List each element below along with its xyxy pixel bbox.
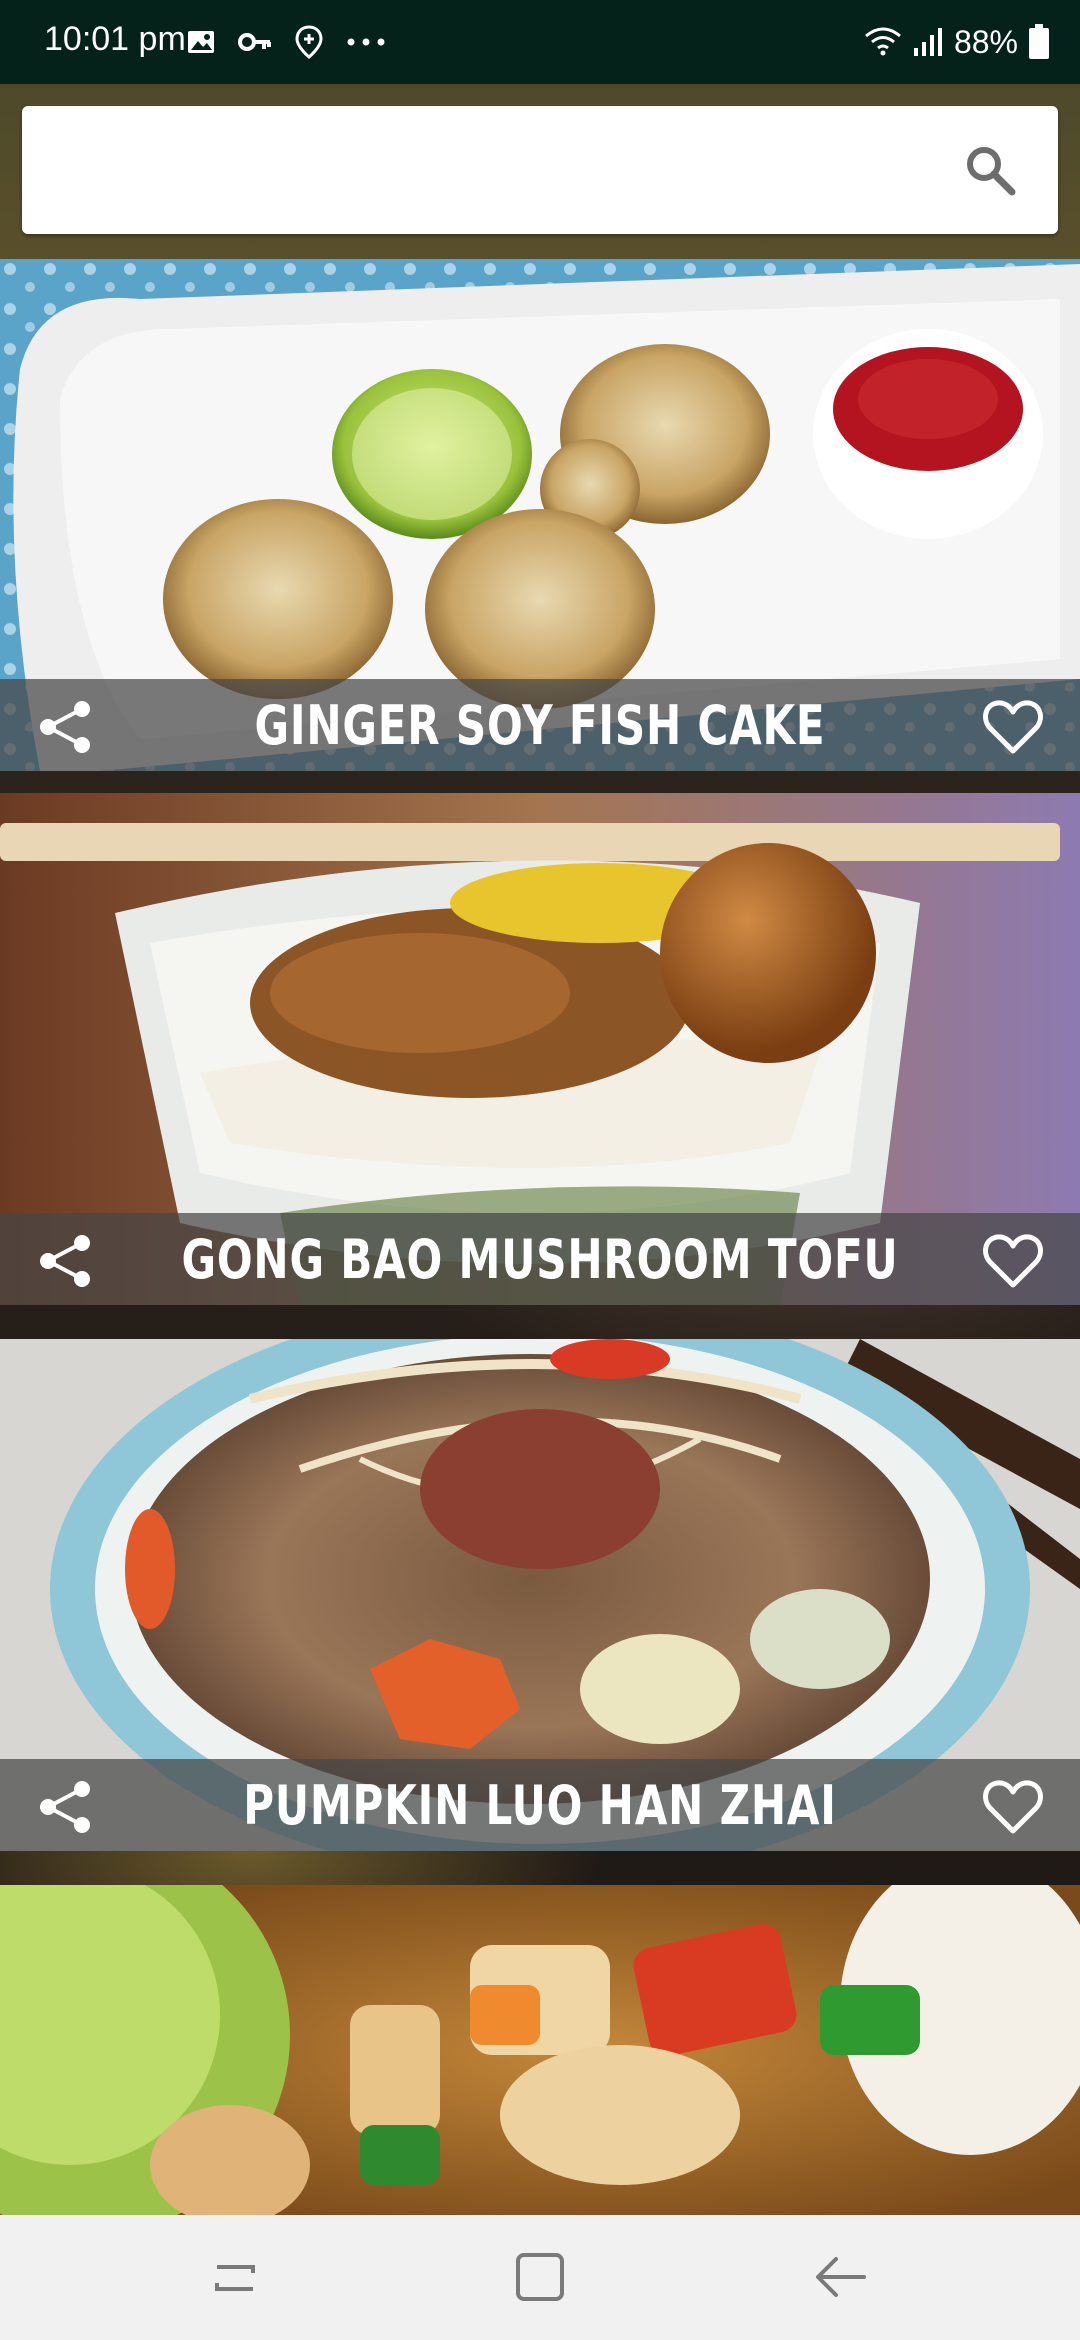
recipe-card[interactable]: GINGER SOY FISH CAKE <box>0 259 1080 771</box>
battery-icon <box>1029 24 1049 59</box>
battery-percentage: 88% <box>953 23 1018 60</box>
recent-apps-icon[interactable] <box>203 2245 267 2309</box>
recipe-card[interactable]: PUMPKIN LUO HAN ZHAI <box>0 1339 1080 1851</box>
recipe-title: PUMPKIN LUO HAN ZHAI <box>243 1773 837 1837</box>
heart-icon[interactable] <box>982 1231 1044 1291</box>
search-icon[interactable] <box>960 140 1020 200</box>
status-time: 10:01 pm <box>44 20 186 58</box>
share-icon[interactable] <box>36 697 96 757</box>
image-icon <box>188 31 214 53</box>
share-icon[interactable] <box>36 1231 96 1291</box>
wifi-icon <box>865 27 901 56</box>
key-icon <box>238 33 271 51</box>
search-bar[interactable] <box>22 106 1058 234</box>
caption-bar: PUMPKIN LUO HAN ZHAI <box>0 1759 1080 1851</box>
more-dots-icon <box>347 38 385 46</box>
location-plus-icon <box>295 25 323 59</box>
recipe-image <box>0 1885 1080 2215</box>
heart-icon[interactable] <box>982 697 1044 757</box>
caption-bar: GONG BAO MUSHROOM TOFU <box>0 1213 1080 1305</box>
home-icon[interactable] <box>508 2245 572 2309</box>
back-icon[interactable] <box>808 2245 872 2309</box>
recipe-title: GONG BAO MUSHROOM TOFU <box>181 1227 899 1291</box>
search-area <box>0 84 1080 259</box>
recipe-card[interactable]: GONG BAO MUSHROOM TOFU <box>0 793 1080 1305</box>
caption-bar: GINGER SOY FISH CAKE <box>0 679 1080 771</box>
search-input[interactable] <box>52 136 956 206</box>
recipe-card[interactable] <box>0 1885 1080 2215</box>
navigation-bar <box>0 2215 1080 2340</box>
share-icon[interactable] <box>36 1777 96 1837</box>
status-bar: 10:01 pm 88% <box>0 0 1080 84</box>
heart-icon[interactable] <box>982 1777 1044 1837</box>
signal-icon <box>913 28 942 56</box>
recipe-title: GINGER SOY FISH CAKE <box>254 693 826 757</box>
